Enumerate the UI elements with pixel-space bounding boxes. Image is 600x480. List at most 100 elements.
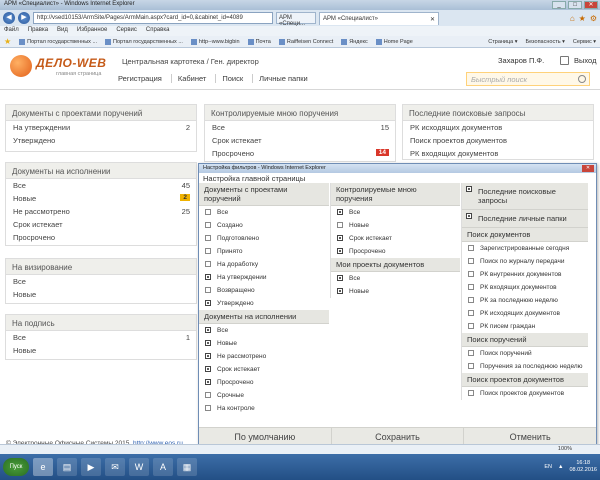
checkbox[interactable]: [466, 186, 472, 192]
checkbox[interactable]: [468, 284, 474, 290]
checkbox[interactable]: [337, 288, 343, 294]
checkbox[interactable]: [205, 287, 211, 293]
forward-icon[interactable]: ▶: [18, 12, 30, 24]
filter-item[interactable]: Подготовлено: [199, 232, 329, 245]
checkbox[interactable]: [468, 363, 474, 369]
favorite-link[interactable]: Портал государственных ...: [19, 38, 97, 45]
list-item[interactable]: Новые: [6, 344, 196, 357]
start-button[interactable]: Пуск: [3, 458, 29, 476]
cancel-button[interactable]: Отменить: [464, 428, 596, 445]
filter-item[interactable]: Новые: [199, 337, 329, 350]
nav-search[interactable]: Поиск: [215, 74, 243, 83]
dialog-close-icon[interactable]: ✕: [582, 165, 594, 172]
pdf-icon[interactable]: A: [153, 458, 173, 476]
list-item[interactable]: Все 15: [205, 121, 395, 134]
favorite-link[interactable]: Home Page: [375, 38, 413, 45]
filter-item[interactable]: Создано: [199, 219, 329, 232]
toolbar-menu[interactable]: Страница ▾: [488, 39, 517, 45]
checkbox[interactable]: [468, 350, 474, 356]
section-header[interactable]: Последние поисковые запросы: [462, 183, 588, 210]
explorer-icon[interactable]: ▤: [57, 458, 77, 476]
checkbox[interactable]: [205, 235, 211, 241]
filter-item[interactable]: Все: [199, 206, 329, 219]
ie-icon[interactable]: e: [33, 458, 53, 476]
filter-item[interactable]: На контроле: [199, 402, 329, 415]
checkbox[interactable]: [205, 222, 211, 228]
filter-item[interactable]: Поиск по журналу передачи: [462, 255, 588, 268]
checkbox[interactable]: [205, 300, 211, 306]
filter-item[interactable]: Поиск проектов документов: [462, 387, 588, 400]
list-item[interactable]: РК исходящих документов: [403, 121, 593, 134]
checkbox[interactable]: [337, 235, 343, 241]
word-icon[interactable]: W: [129, 458, 149, 476]
favorite-link[interactable]: Яндекс: [341, 38, 368, 45]
save-button[interactable]: Сохранить: [332, 428, 465, 445]
filter-item[interactable]: На утверждении: [199, 271, 329, 284]
checkbox[interactable]: [205, 209, 211, 215]
filter-item[interactable]: Не рассмотрено: [199, 350, 329, 363]
filter-item[interactable]: Поиск поручений: [462, 347, 588, 360]
list-item[interactable]: РК входящих документов: [403, 147, 593, 160]
nav-personal-folders[interactable]: Личные папки: [252, 74, 308, 83]
filter-item[interactable]: РК внутренних документов: [462, 268, 588, 281]
filter-item[interactable]: Поручения за последнюю неделю: [462, 360, 588, 373]
menu-item[interactable]: Файл: [4, 27, 19, 35]
menu-item[interactable]: Сервис: [116, 27, 137, 35]
checkbox[interactable]: [468, 258, 474, 264]
filter-item[interactable]: Срок истекает: [331, 232, 460, 245]
filter-item[interactable]: РК исходящих документов: [462, 307, 588, 320]
filter-item[interactable]: Просрочено: [199, 376, 329, 389]
menu-item[interactable]: Справка: [146, 27, 170, 35]
filter-item[interactable]: Зарегистрированные сегодня: [462, 242, 588, 255]
quick-search-input[interactable]: Быстрый поиск: [466, 72, 590, 86]
menu-item[interactable]: Вид: [57, 27, 68, 35]
checkbox[interactable]: [205, 261, 211, 267]
tab-1[interactable]: АРМ «Специ...: [276, 12, 316, 27]
filter-item[interactable]: На доработку: [199, 258, 329, 271]
favorite-link[interactable]: Портал государственных ...: [105, 38, 183, 45]
nav-cabinet[interactable]: Кабинет: [170, 74, 206, 83]
filter-item[interactable]: Срок истекает: [199, 363, 329, 376]
list-item[interactable]: Новые: [6, 288, 196, 301]
nav-registration[interactable]: Регистрация: [118, 74, 162, 83]
close-button[interactable]: ✕: [584, 1, 598, 9]
checkbox[interactable]: [468, 245, 474, 251]
checkbox[interactable]: [468, 271, 474, 277]
filter-item[interactable]: РК входящих документов: [462, 281, 588, 294]
clock[interactable]: 16:18 08.02.2016: [569, 460, 597, 474]
zoom-level[interactable]: 100%: [558, 446, 572, 452]
back-icon[interactable]: ◀: [3, 12, 15, 24]
exit-icon[interactable]: [560, 56, 569, 65]
checkbox[interactable]: [205, 405, 211, 411]
filter-item[interactable]: Новые: [331, 219, 460, 232]
list-item[interactable]: Новые 2: [6, 192, 196, 205]
favorite-link[interactable]: http--www.bigbin: [190, 38, 240, 45]
checkbox[interactable]: [205, 248, 211, 254]
home-icon[interactable]: ⌂: [570, 14, 575, 23]
filter-item[interactable]: Все: [331, 272, 460, 285]
user-name[interactable]: Захаров П.Ф.: [498, 56, 544, 65]
list-item[interactable]: Просрочено: [6, 231, 196, 244]
favorites-star-icon[interactable]: ★: [4, 37, 11, 46]
checkbox[interactable]: [466, 213, 472, 219]
filter-item[interactable]: Новые: [331, 285, 460, 298]
media-icon[interactable]: ▶: [81, 458, 101, 476]
url-field[interactable]: http://vsed10153/ArmSite/Pages/ArmMain.a…: [33, 12, 273, 24]
checkbox[interactable]: [205, 392, 211, 398]
checkbox[interactable]: [205, 353, 211, 359]
checkbox[interactable]: [468, 310, 474, 316]
checkbox[interactable]: [337, 222, 343, 228]
favorite-link[interactable]: Raiffeisen Connect: [278, 38, 333, 45]
checkbox[interactable]: [205, 327, 211, 333]
list-item[interactable]: Утверждено: [6, 134, 196, 147]
checkbox[interactable]: [337, 209, 343, 215]
app-icon[interactable]: ▦: [177, 458, 197, 476]
filter-item[interactable]: Все: [331, 206, 460, 219]
list-item[interactable]: Все 45: [6, 179, 196, 192]
list-item[interactable]: Все 1: [6, 331, 196, 344]
toolbar-menu[interactable]: Безопасность ▾: [526, 39, 565, 45]
list-item[interactable]: Срок истекает: [6, 218, 196, 231]
menu-item[interactable]: Избранное: [77, 27, 107, 35]
tab-close-icon[interactable]: ✕: [430, 16, 435, 23]
checkbox[interactable]: [205, 379, 211, 385]
